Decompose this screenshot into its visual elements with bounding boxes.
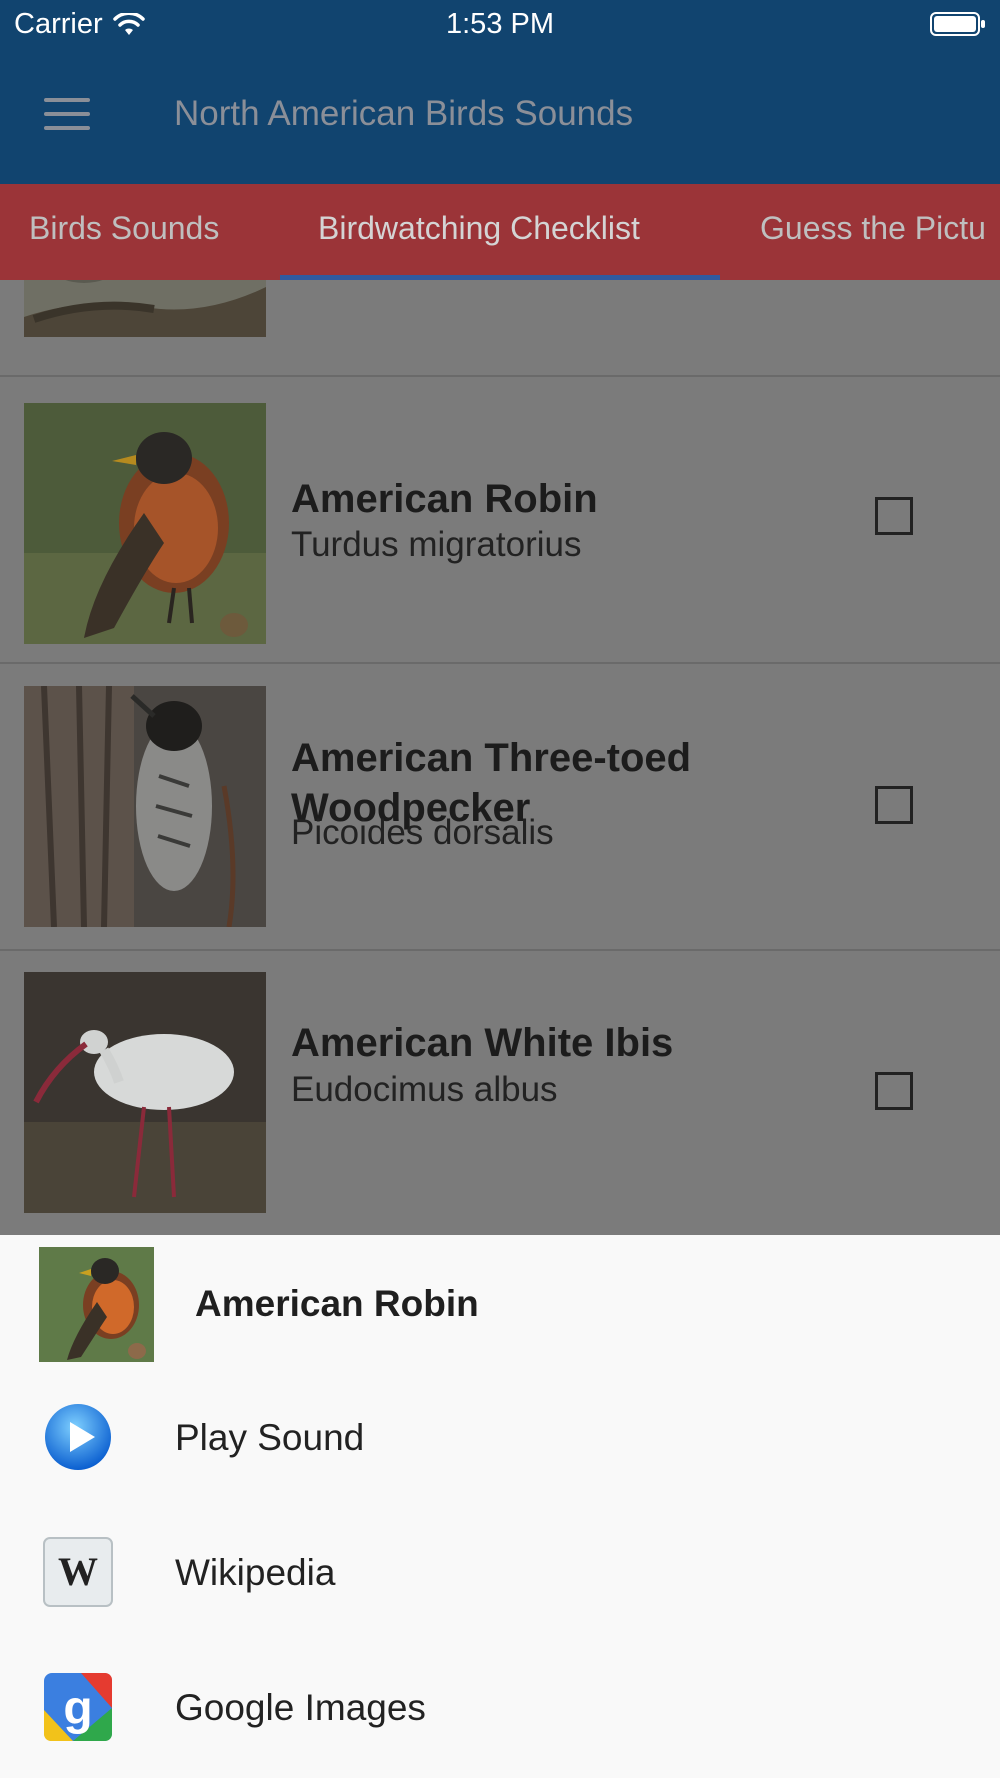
branch-photo (24, 280, 266, 337)
woodpecker-photo (24, 686, 266, 927)
wikipedia-action[interactable]: W Wikipedia (0, 1512, 1000, 1632)
google-icon: g (44, 1673, 112, 1741)
app-bar: North American Birds Sounds (0, 50, 1000, 184)
tab-birdwatching-checklist[interactable]: Birdwatching Checklist (318, 210, 640, 247)
tab-birds-sounds[interactable]: Birds Sounds (29, 210, 219, 247)
ibis-photo (24, 972, 266, 1213)
play-sound-label: Play Sound (175, 1417, 365, 1458)
list-item[interactable]: American Three-toed Woodpecker Picoides … (0, 664, 1000, 951)
action-sheet: American Robin Play Sound W Wikipedia g … (0, 1235, 1000, 1778)
status-bar: Carrier 1:53 PM (0, 0, 1000, 50)
tab-bar: Birds Sounds Birdwatching Checklist Gues… (0, 184, 1000, 280)
bird-thumbnail (24, 280, 266, 337)
bird-checklist: American Robin Turdus migratorius Americ… (0, 280, 1000, 1235)
play-icon (45, 1404, 111, 1470)
tab-guess-the-picture[interactable]: Guess the Pictu (760, 210, 986, 247)
bird-common-name: American White Ibis (291, 1021, 674, 1065)
bird-thumbnail (24, 403, 266, 644)
checklist-checkbox[interactable] (875, 786, 913, 824)
checklist-checkbox[interactable] (875, 497, 913, 535)
google-images-label: Google Images (175, 1687, 426, 1728)
bird-scientific-name: Turdus migratorius (291, 525, 582, 564)
hamburger-menu-icon[interactable] (44, 98, 90, 132)
svg-text:g: g (63, 1682, 92, 1735)
list-item-partial[interactable] (0, 280, 1000, 377)
list-item[interactable]: American White Ibis Eudocimus albus (0, 950, 1000, 1235)
sheet-title: American Robin (195, 1283, 479, 1324)
list-item[interactable]: American Robin Turdus migratorius (0, 377, 1000, 664)
checklist-checkbox[interactable] (875, 1072, 913, 1110)
bird-thumbnail (24, 686, 266, 927)
app-title: North American Birds Sounds (174, 94, 634, 133)
google-images-action[interactable]: g Google Images (0, 1647, 1000, 1767)
wikipedia-icon: W (43, 1537, 113, 1607)
robin-photo (24, 403, 266, 644)
robin-photo (39, 1247, 154, 1362)
sheet-bird-thumbnail (39, 1247, 154, 1362)
svg-text:W: W (58, 1549, 98, 1594)
bird-common-name: American Robin (291, 477, 598, 521)
bird-scientific-name: Picoides dorsalis (291, 813, 554, 852)
bird-scientific-name: Eudocimus albus (291, 1070, 558, 1109)
bird-thumbnail (24, 972, 266, 1213)
wikipedia-label: Wikipedia (175, 1552, 336, 1593)
play-sound-action[interactable]: Play Sound (0, 1377, 1000, 1497)
clock: 1:53 PM (446, 8, 554, 40)
battery-icon (930, 12, 985, 36)
